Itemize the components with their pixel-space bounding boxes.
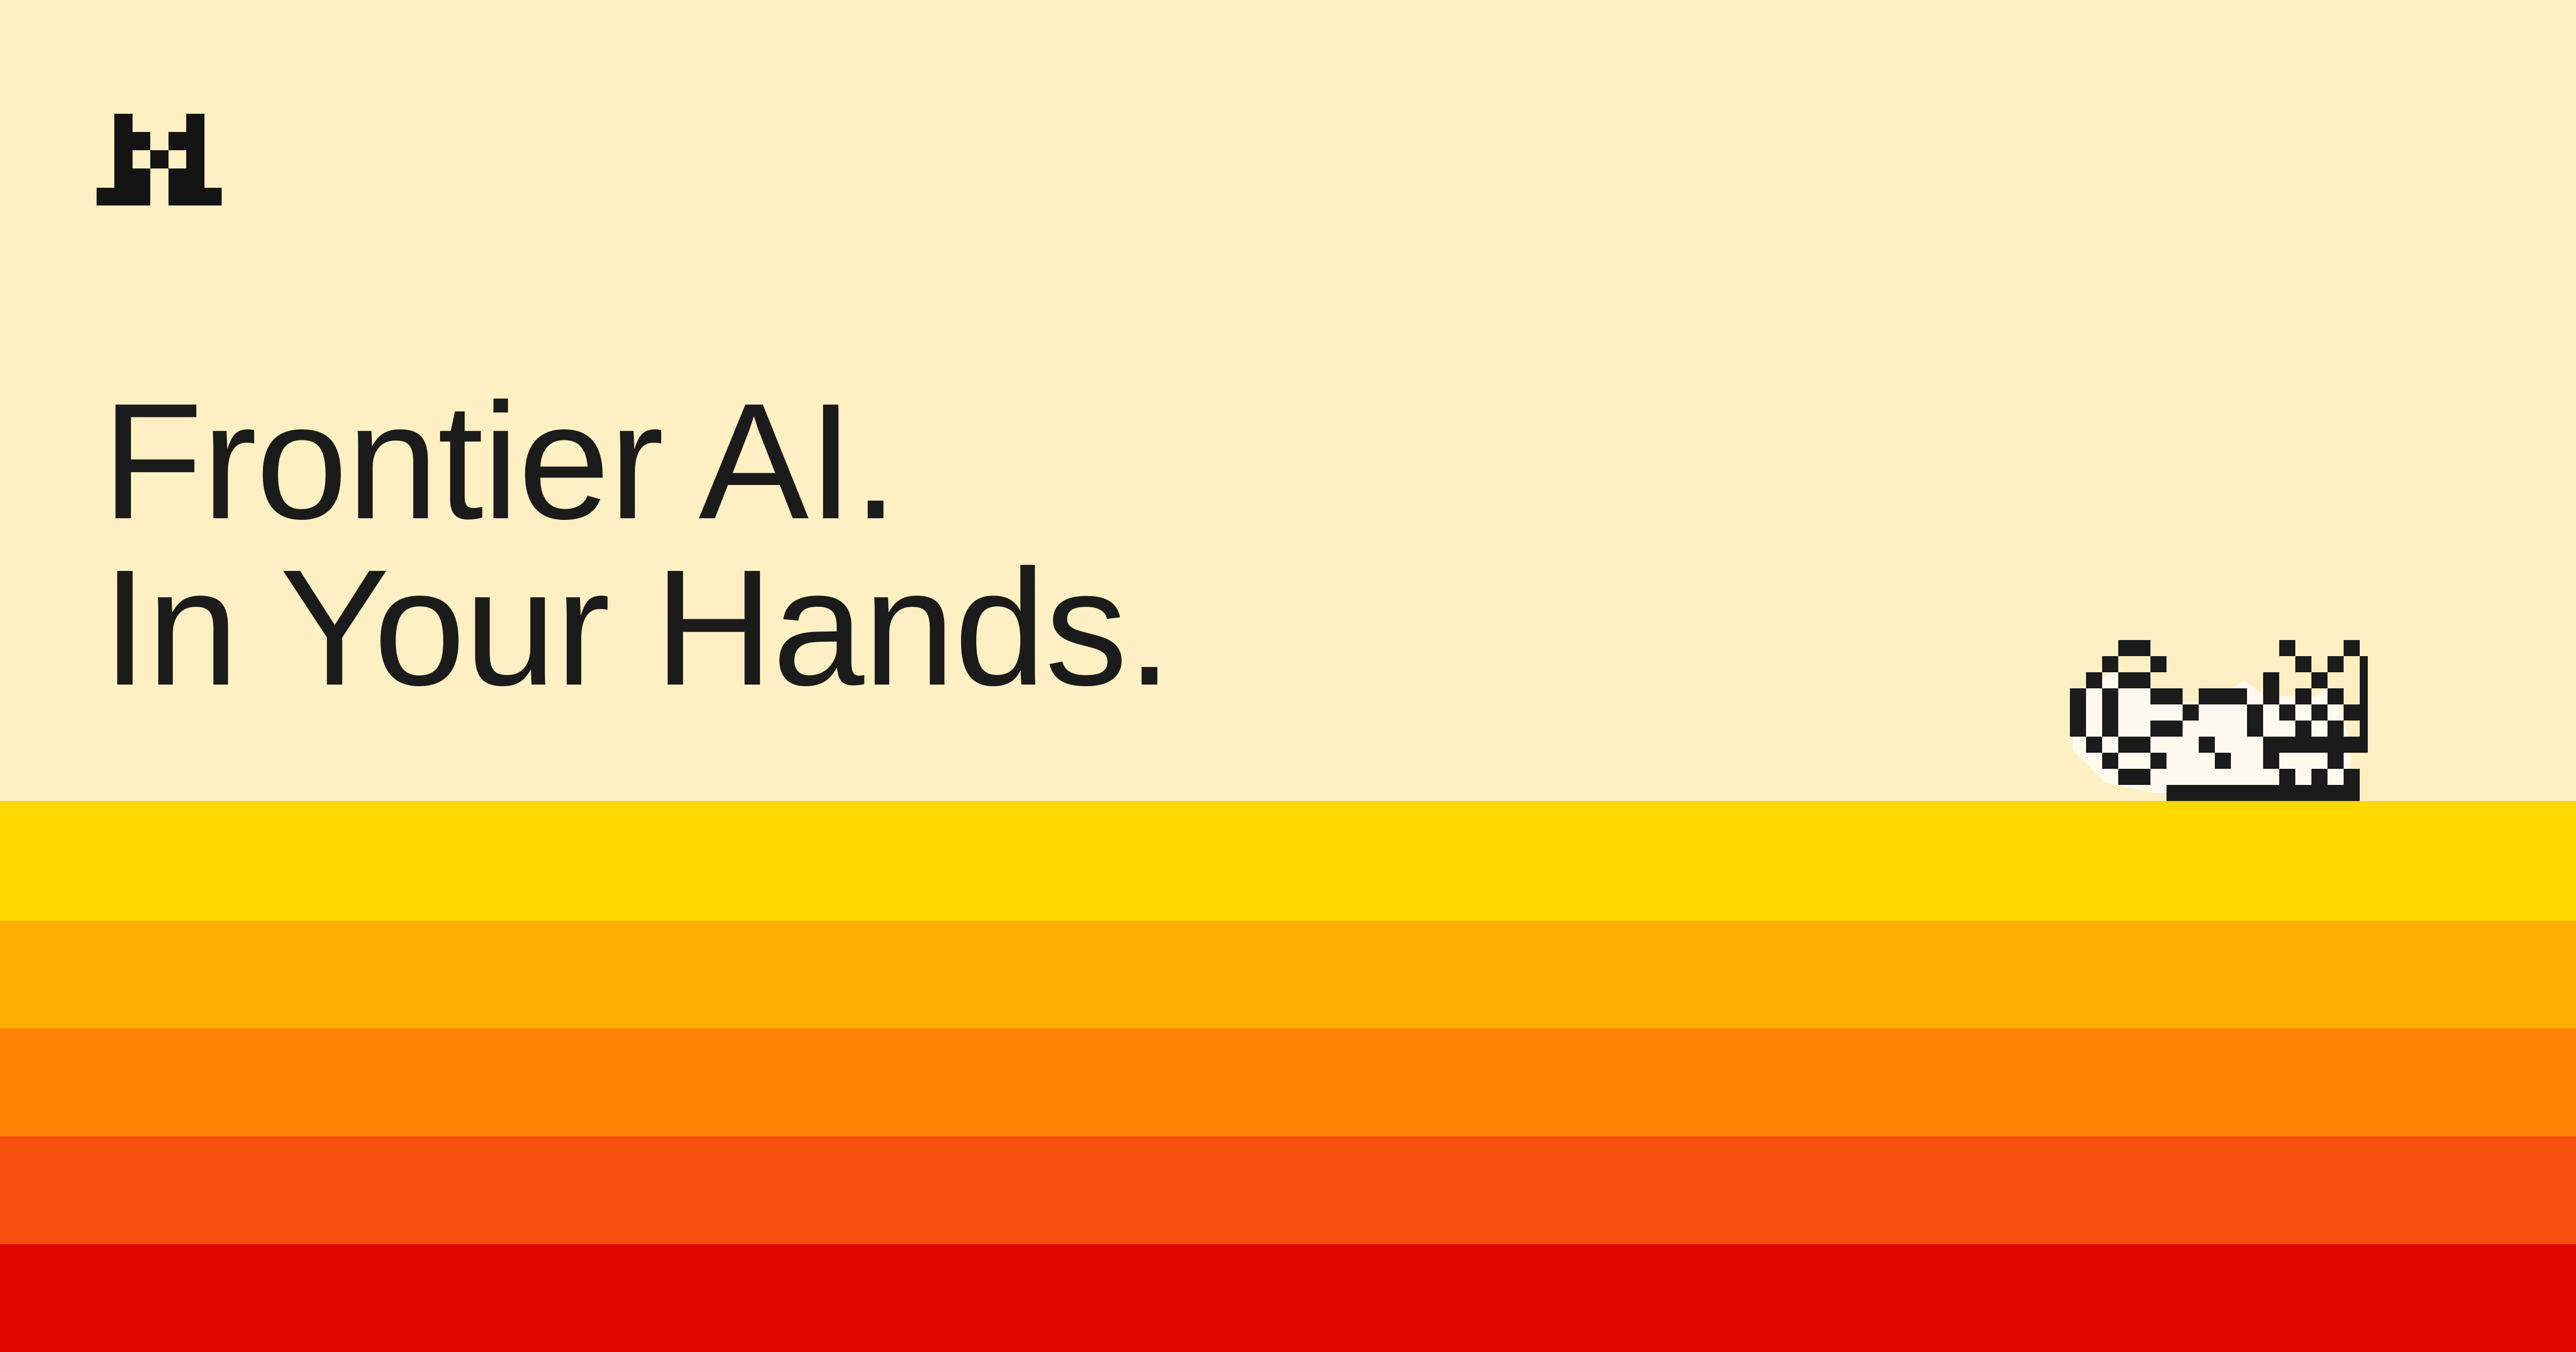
stripe-dark-orange: [0, 1136, 2576, 1244]
headline: Frontier AI. In Your Hands.: [102, 369, 1173, 720]
stripe-orange: [0, 1028, 2576, 1136]
stripe-yellow: [0, 801, 2576, 921]
stripe-amber: [0, 921, 2576, 1028]
headline-line-2: In Your Hands.: [102, 535, 1173, 720]
pixel-cat-icon: [2070, 640, 2368, 801]
headline-line-1: Frontier AI.: [102, 369, 898, 554]
mistral-logo-icon: [97, 114, 222, 205]
stripe-red: [0, 1244, 2576, 1352]
rainbow-stripes: [0, 801, 2576, 1352]
